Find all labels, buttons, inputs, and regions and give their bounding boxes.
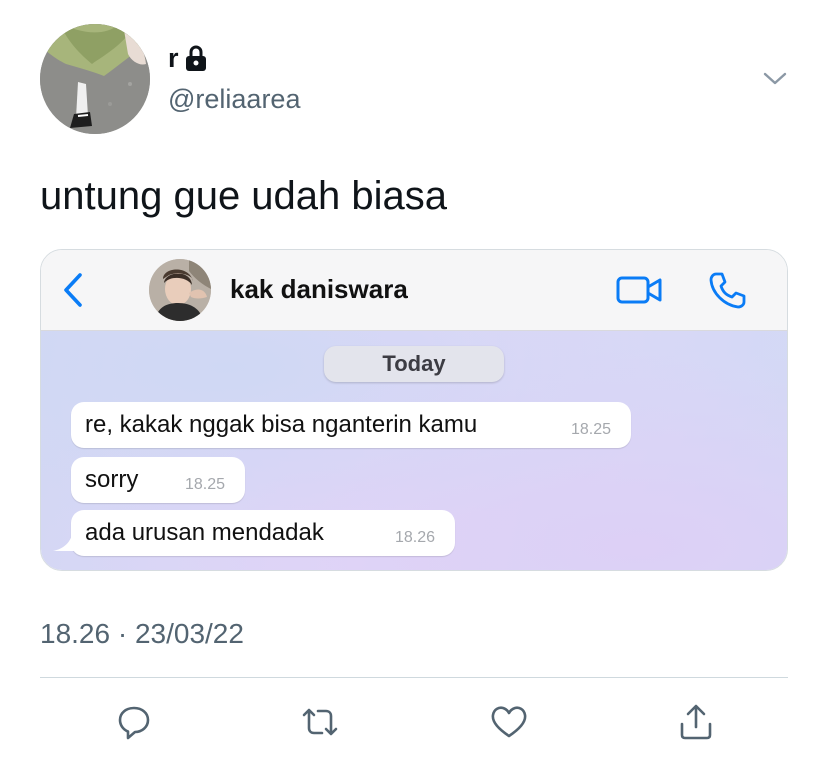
video-camera-icon[interactable] [616, 272, 664, 308]
divider [40, 677, 788, 678]
chat-header: kak daniswara [41, 250, 787, 331]
display-name[interactable]: r [168, 42, 179, 74]
retweet-button[interactable] [300, 702, 340, 742]
chevron-down-icon[interactable] [760, 66, 790, 92]
message-bubble[interactable]: re, kakak nggak bisa nganterin kamu 18.2… [71, 402, 631, 448]
chevron-left-icon[interactable] [61, 272, 85, 308]
share-button[interactable] [676, 702, 716, 742]
lock-icon [185, 45, 207, 71]
message-time: 18.25 [571, 421, 612, 438]
chat-body: Today re, kakak nggak bisa nganterin kam… [41, 331, 787, 570]
avatar-photo [40, 24, 150, 134]
reply-button[interactable] [114, 702, 154, 742]
share-icon [680, 704, 712, 740]
message-bubble[interactable]: ada urusan mendadak 18.26 [71, 510, 455, 556]
message-text: sorry [85, 466, 139, 493]
heart-icon [491, 706, 527, 738]
bubble-tail [53, 531, 79, 551]
message-time: 18.25 [185, 476, 226, 493]
contact-avatar[interactable] [149, 259, 211, 321]
message-text: ada urusan mendadak [85, 519, 324, 546]
message-time: 18.26 [395, 529, 436, 546]
date-separator: Today [324, 346, 504, 382]
tweet-media[interactable]: kak daniswara Today re, kakak nggak bisa… [40, 249, 788, 571]
contact-name[interactable]: kak daniswara [230, 274, 408, 305]
tweet-text: untung gue udah biasa [40, 174, 448, 218]
message-text: re, kakak nggak bisa nganterin kamu [85, 411, 478, 438]
contact-photo [149, 259, 211, 321]
phone-icon[interactable] [707, 270, 747, 310]
user-handle[interactable]: @reliaarea [168, 84, 300, 115]
reply-icon [118, 706, 150, 740]
author-name-row: r [168, 42, 207, 74]
tweet-timestamp[interactable]: 18.26 · 23/03/22 [40, 618, 244, 650]
message-bubble[interactable]: sorry 18.25 [71, 457, 245, 503]
retweet-icon [302, 708, 338, 736]
profile-avatar[interactable] [40, 24, 150, 134]
like-button[interactable] [489, 702, 529, 742]
